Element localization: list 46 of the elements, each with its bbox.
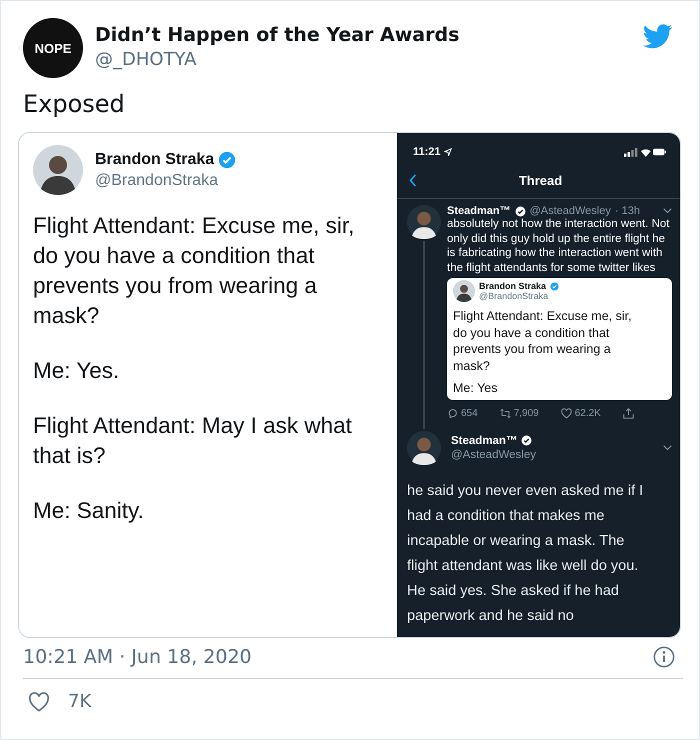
- avatar-icon: [407, 430, 441, 464]
- status-icons-drawing: [624, 147, 666, 157]
- user-name: Steadman™: [451, 434, 518, 446]
- avatar-icon: [453, 280, 475, 302]
- tweet-paragraph: Flight Attendant: Excuse me, sir, do you have a condition that prevents you from wearing a mask?: [33, 212, 356, 330]
- tweet-paragraph: Me: Sanity.: [33, 497, 145, 525]
- user-name: Steadman™: [447, 205, 511, 217]
- share-icon[interactable]: [622, 408, 634, 418]
- avatar-icon: [407, 205, 441, 239]
- tweet-text: he said you never even asked me if I had a condition that makes me incapable or wearing a mask. The flight attendant was like well do you. He said yes. She asked if he had paperwork and he said no: [407, 482, 644, 626]
- quoted-tweet-text: Flight Attendant: Excuse me, sir, do you have a condition that prevents you from wearing a mask?: [453, 308, 633, 374]
- heart-icon[interactable]: [28, 692, 50, 712]
- location-icon: [444, 148, 452, 156]
- account-handle[interactable]: @_DHOTYA: [95, 49, 460, 70]
- user-name: Brandon Straka: [479, 281, 546, 291]
- status-time: 11:21: [413, 146, 441, 158]
- quoted-tweet-card[interactable]: Brandon Straka @BrandonStraka Flight Attendant: Excuse me, sir, do you have a condition that prevents you from wearing a mask? Me: Yes: [447, 278, 672, 400]
- user-name: Brandon Straka: [95, 150, 214, 168]
- reply-count: 654: [461, 408, 478, 418]
- tweet-text: absolutely not how the interaction went. Not only did this guy hold up the entire flight he is fabricating how the interaction went with the flight attendants for some twitter likes: [447, 217, 670, 275]
- user-handle: @AsteadWesley: [451, 448, 536, 460]
- like-count: 62.2K: [574, 408, 601, 418]
- reply-icon[interactable]: [447, 408, 458, 418]
- like-count: 7K: [68, 691, 92, 712]
- retweet-icon[interactable]: [500, 408, 511, 418]
- quoted-tweet-text: Me: Yes: [453, 380, 498, 396]
- info-icon[interactable]: [653, 646, 675, 668]
- embedded-image[interactable]: [18, 132, 681, 638]
- chevron-icon[interactable]: [663, 208, 672, 214]
- user-handle: @AsteadWesley: [530, 205, 611, 217]
- tweet-paragraph: Flight Attendant: May I ask what that is?: [33, 412, 353, 470]
- account-avatar[interactable]: NOPE: [23, 18, 83, 78]
- tweet-time: · 13h: [614, 205, 640, 217]
- back-icon[interactable]: [409, 174, 417, 186]
- chevron-icon[interactable]: [663, 444, 672, 450]
- user-handle: @BrandonStraka: [95, 172, 219, 190]
- tweet-timestamp[interactable]: 10:21 AM · Jun 18, 2020: [23, 646, 252, 668]
- user-handle: @BrandonStraka: [479, 291, 550, 301]
- heart-icon[interactable]: [560, 408, 572, 418]
- avatar-icon: [33, 145, 83, 195]
- thread-title: Thread: [518, 172, 562, 188]
- retweet-count: 7,909: [514, 408, 539, 418]
- tweet-paragraph: Me: Yes.: [33, 357, 120, 385]
- bird-icon[interactable]: [643, 24, 673, 49]
- account-name[interactable]: Didn’t Happen of the Year Awards: [95, 24, 460, 46]
- tweet-text: Exposed: [23, 90, 126, 118]
